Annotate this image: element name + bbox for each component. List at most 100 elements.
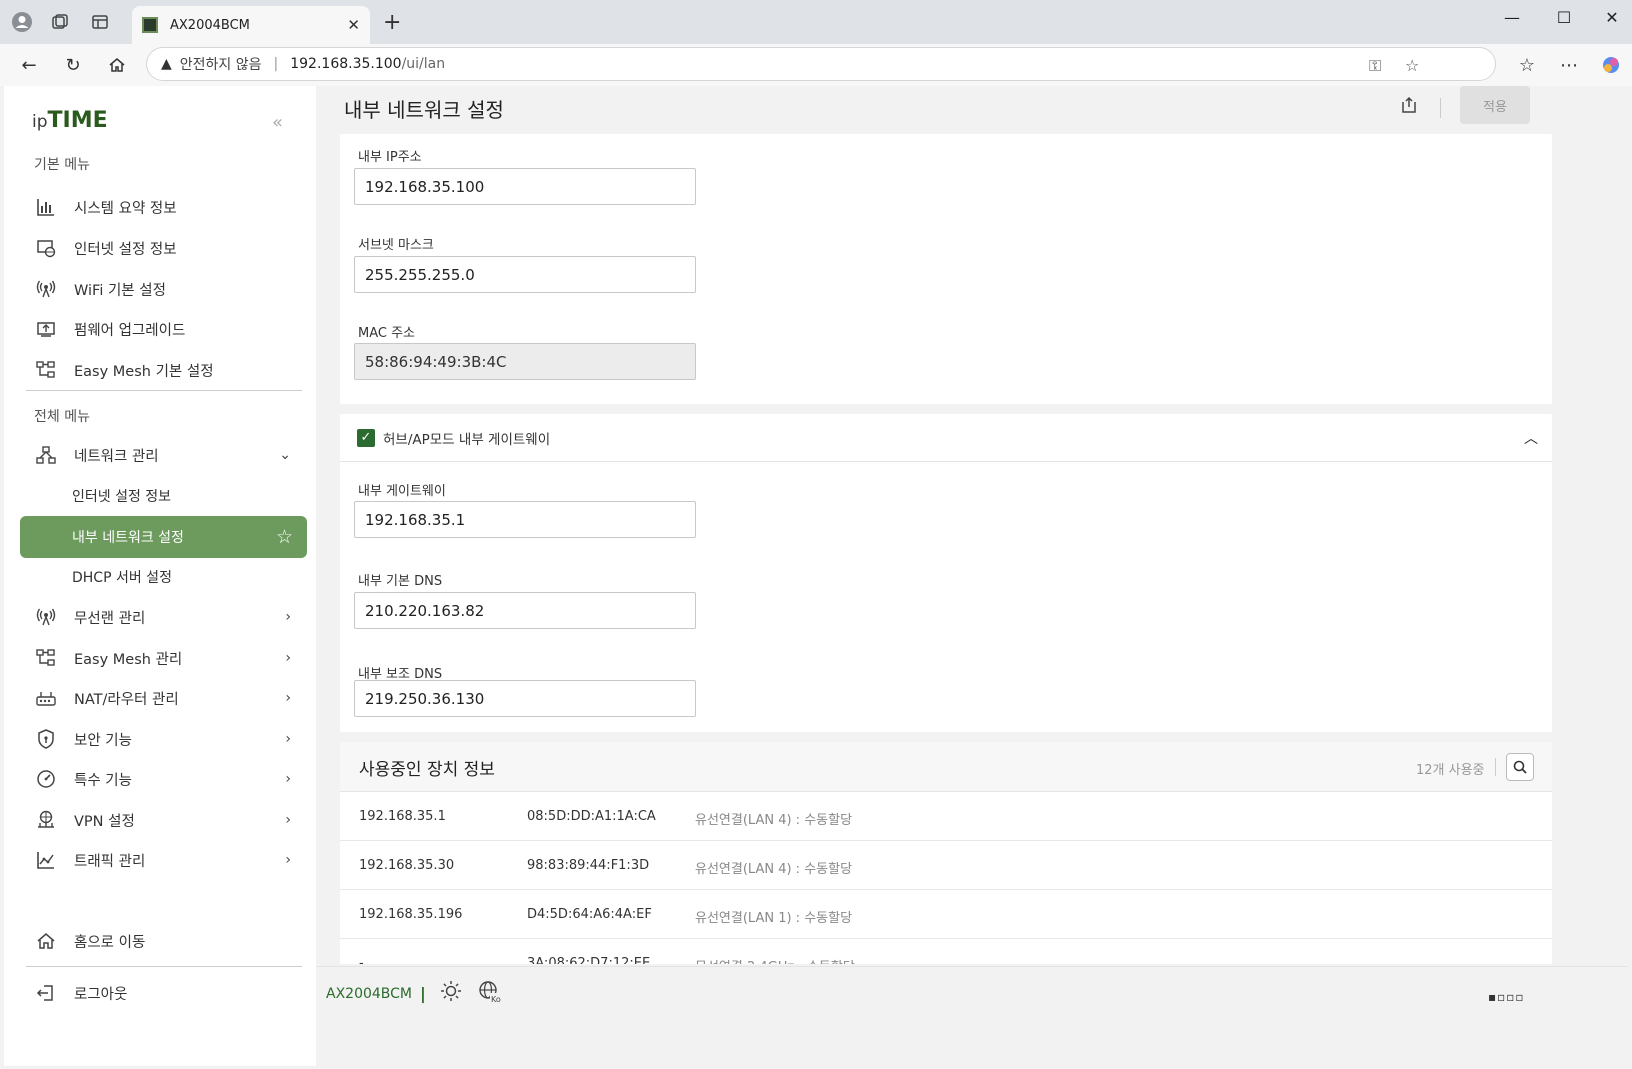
wifi-antenna-icon xyxy=(34,605,58,629)
submenu-lan-settings[interactable]: 내부 네트워크 설정 ☆ xyxy=(20,516,307,558)
table-row[interactable]: 192.168.35.196 D4:5D:64:A6:4A:EF 유선연결(LA… xyxy=(340,890,1552,939)
submenu-label: 인터넷 설정 정보 xyxy=(72,489,172,505)
device-mac: 3A:08:62:D7:12:EE xyxy=(527,956,651,964)
mac-label: MAC 주소 xyxy=(358,326,416,341)
share-icon[interactable] xyxy=(1400,96,1418,119)
device-ip: 192.168.35.30 xyxy=(359,858,455,873)
menu-logout[interactable]: 로그아웃 xyxy=(20,972,307,1014)
menu-vpn[interactable]: VPN 설정 › xyxy=(20,799,307,841)
bar-chart-icon xyxy=(34,195,58,219)
table-row[interactable]: 192.168.35.1 08:5D:DD:A1:1A:CA 유선연결(LAN … xyxy=(340,792,1552,841)
menu-label: 특수 기능 xyxy=(74,772,132,789)
submenu-internet-settings[interactable]: 인터넷 설정 정보 xyxy=(20,475,307,517)
menu-wireless-management[interactable]: 무선랜 관리 › xyxy=(20,596,307,638)
copilot-icon[interactable] xyxy=(1598,52,1624,78)
workspaces-icon[interactable] xyxy=(48,10,72,34)
back-icon[interactable]: ← xyxy=(16,52,42,78)
gateway-card: ✓ 허브/AP모드 내부 게이트웨이 ︿ 내부 게이트웨이 192.168.35… xyxy=(340,414,1552,732)
browser-tab[interactable]: AX2004BCM ✕ xyxy=(132,6,370,44)
dns2-field[interactable]: 219.250.36.130 xyxy=(354,680,696,717)
search-icon[interactable] xyxy=(1506,753,1534,781)
menu-wifi-basic[interactable]: WiFi 기본 설정 xyxy=(20,268,307,310)
page-title: 내부 네트워크 설정 xyxy=(344,98,504,122)
home-icon[interactable] xyxy=(104,52,130,78)
language-globe-icon[interactable]: Ko xyxy=(478,980,502,1009)
tab-bar: AX2004BCM ✕ + — ☐ ✕ xyxy=(0,0,1632,44)
footer-divider xyxy=(316,966,1628,967)
svg-text:Ko: Ko xyxy=(491,995,501,1004)
chevron-up-icon[interactable]: ︿ xyxy=(1524,428,1538,448)
main-header: 내부 네트워크 설정 적용 xyxy=(340,86,1610,132)
menu-network-management[interactable]: 네트워크 관리 ⌄ xyxy=(20,434,307,476)
table-row[interactable]: - 3A:08:62:D7:12:EE 무선연결 2.4GHz : 수동할당 xyxy=(340,939,1552,964)
chevron-right-icon: › xyxy=(285,731,291,747)
menu-label: 네트워크 관리 xyxy=(74,448,159,465)
gateway-checkbox[interactable]: ✓ xyxy=(357,428,375,447)
url-bar[interactable]: ▲ 안전하지 않음 | 192.168.35.100/ui/lan ⚿ ☆ xyxy=(146,47,1496,81)
menu-label: 트래픽 관리 xyxy=(74,853,146,870)
globe-monitor-icon xyxy=(34,236,58,260)
gateway-field[interactable]: 192.168.35.1 xyxy=(354,501,696,538)
ip-field[interactable]: 192.168.35.100 xyxy=(354,168,696,205)
dns1-field[interactable]: 210.220.163.82 xyxy=(354,592,696,629)
submenu-label: DHCP 서버 설정 xyxy=(72,570,172,586)
menu-label: NAT/라우터 관리 xyxy=(74,691,179,708)
menu-nat-router[interactable]: NAT/라우터 관리 › xyxy=(20,677,307,719)
collapse-sidebar-icon[interactable]: « xyxy=(272,112,283,133)
key-icon[interactable]: ⚿ xyxy=(1369,56,1381,76)
profile-icon[interactable] xyxy=(10,10,34,34)
menu-label: VPN 설정 xyxy=(74,813,135,830)
iptime-logo[interactable]: ipTIME xyxy=(32,108,108,133)
menu-go-home[interactable]: 홈으로 이동 xyxy=(20,920,307,962)
menu-security[interactable]: 보안 기능 › xyxy=(20,718,307,760)
url-text: 192.168.35.100/ui/lan xyxy=(290,56,446,72)
menu-firmware-upgrade[interactable]: 펌웨어 업그레이드 xyxy=(20,308,307,350)
apply-button[interactable]: 적용 xyxy=(1460,86,1530,124)
close-window-icon[interactable]: ✕ xyxy=(1592,8,1632,27)
devices-separator xyxy=(1495,758,1496,776)
menu-easymesh-basic[interactable]: Easy Mesh 기본 설정 xyxy=(20,349,307,391)
theme-sun-icon[interactable] xyxy=(440,980,462,1007)
device-mac: D4:5D:64:A6:4A:EF xyxy=(527,907,652,922)
minimize-icon[interactable]: — xyxy=(1492,8,1532,27)
menu-internet-settings[interactable]: 인터넷 설정 정보 xyxy=(20,227,307,269)
favorites-icon[interactable]: ☆ xyxy=(1514,52,1540,78)
submenu-dhcp-server[interactable]: DHCP 서버 설정 xyxy=(20,556,307,598)
more-icon[interactable]: ⋯ xyxy=(1556,52,1582,78)
maximize-icon[interactable]: ☐ xyxy=(1544,8,1584,27)
subnet-field[interactable]: 255.255.255.0 xyxy=(354,256,696,293)
menu-system-summary[interactable]: 시스템 요약 정보 xyxy=(20,186,307,228)
gateway-label: 내부 게이트웨이 xyxy=(358,484,446,499)
full-menu-title: 전체 메뉴 xyxy=(34,409,90,425)
shield-icon xyxy=(34,727,58,751)
sidebar-divider xyxy=(26,966,302,967)
header-separator xyxy=(1440,98,1441,118)
model-name: AX2004BCM xyxy=(326,986,413,1002)
chevron-right-icon: › xyxy=(285,690,291,706)
device-mac: 98:83:89:44:F1:3D xyxy=(527,858,650,873)
tab-title: AX2004BCM xyxy=(170,17,250,33)
menu-label: 시스템 요약 정보 xyxy=(74,200,177,217)
close-tab-icon[interactable]: ✕ xyxy=(347,16,360,34)
menu-label: 무선랜 관리 xyxy=(74,610,146,627)
new-tab-icon[interactable]: + xyxy=(383,10,401,35)
menu-easymesh-management[interactable]: Easy Mesh 관리 › xyxy=(20,637,307,679)
layout-grid-icon[interactable]: ▪▫▫▫ xyxy=(1488,990,1525,1004)
menu-label: WiFi 기본 설정 xyxy=(74,282,166,299)
url-separator: | xyxy=(273,56,279,72)
menu-traffic[interactable]: 트래픽 관리 › xyxy=(20,839,307,881)
browser-window: AX2004BCM ✕ + — ☐ ✕ ← ↻ ▲ 안전하지 않음 | 192.… xyxy=(0,0,1632,1069)
submenu-label: 내부 네트워크 설정 xyxy=(72,530,184,546)
page-footer: AX2004BCM | Ko ▪▫▫▫ xyxy=(316,966,1628,1066)
gateway-toggle-row[interactable]: ✓ 허브/AP모드 내부 게이트웨이 ︿ xyxy=(340,414,1552,462)
tab-actions-icon[interactable] xyxy=(88,10,112,34)
sidebar-divider xyxy=(26,390,302,391)
favicon-icon xyxy=(142,17,158,33)
menu-special-functions[interactable]: 특수 기능 › xyxy=(20,758,307,800)
favorite-star-icon[interactable]: ☆ xyxy=(276,526,293,548)
table-row[interactable]: 192.168.35.30 98:83:89:44:F1:3D 유선연결(LAN… xyxy=(340,841,1552,890)
refresh-icon[interactable]: ↻ xyxy=(60,52,86,78)
mesh-icon xyxy=(34,358,58,382)
device-connection: 유선연결(LAN 1) : 수동할당 xyxy=(695,911,853,926)
favorite-star-icon[interactable]: ☆ xyxy=(1405,56,1419,75)
